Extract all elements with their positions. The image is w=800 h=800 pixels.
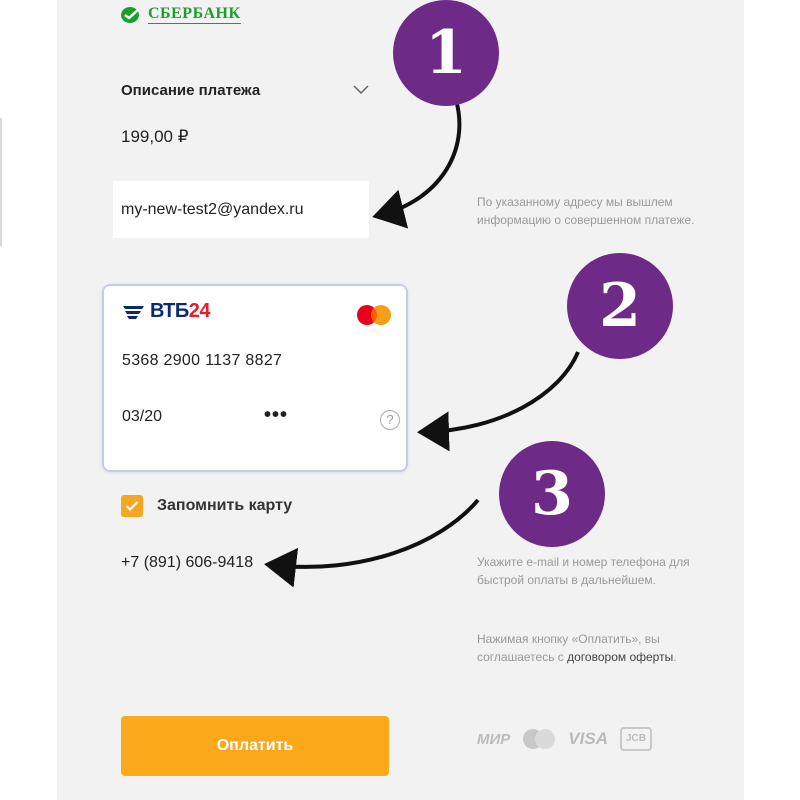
step-badge-2: 2 (567, 253, 673, 359)
email-field[interactable] (113, 181, 369, 238)
phone-field[interactable]: +7 (891) 606-9418 (121, 554, 253, 572)
card-cvc-field[interactable]: ••• (264, 404, 288, 427)
bank-name-number: 24 (188, 300, 211, 322)
checkbox-checked-icon[interactable] (121, 495, 143, 517)
sberbank-check-icon (121, 6, 140, 23)
mir-logo: МИР (477, 730, 511, 748)
sberbank-logo-text: СБЕРБАНК (148, 5, 241, 24)
payment-systems-logos: МИР VISA JCB (477, 727, 652, 751)
card-number-field[interactable]: 5368 2900 1137 8827 (122, 352, 282, 370)
payment-description-toggle[interactable]: Описание платежа (121, 78, 369, 102)
remember-card-label: Запомнить карту (157, 497, 293, 514)
visa-logo: VISA (568, 729, 608, 748)
phone-hint: Укажите e-mail и номер телефона для быст… (477, 555, 690, 587)
remember-card-checkbox[interactable]: Запомнить карту (121, 495, 292, 517)
pay-button[interactable]: Оплатить (121, 716, 389, 776)
sberbank-logo: СБЕРБАНК (120, 5, 241, 24)
email-hint: По указанному адресу мы вышлем информаци… (477, 195, 695, 227)
agreement-text: Нажимая кнопку «Оплатить», вы соглашаете… (477, 630, 707, 666)
chevron-down-icon[interactable] (353, 85, 369, 95)
step-badge-3: 3 (499, 441, 605, 547)
cvc-help-icon[interactable]: ? (380, 410, 400, 430)
mastercard-icon (357, 305, 391, 325)
payment-description-label: Описание платежа (121, 81, 261, 99)
vtb24-logo: ВТБ24 (122, 300, 211, 323)
payment-amount: 199,00 ₽ (121, 127, 189, 146)
vtb-wing-icon (123, 305, 144, 319)
offer-agreement-link[interactable]: договором оферты (567, 650, 673, 664)
bank-card: ВТБ24 5368 2900 1137 8827 03/20 ••• ? (102, 284, 408, 472)
jcb-logo: JCB (619, 727, 652, 751)
mastercard-grey-icon (523, 729, 556, 749)
agreement-suffix: . (673, 650, 677, 664)
bank-name-prefix: ВТБ (150, 300, 189, 322)
card-expiry-field[interactable]: 03/20 (122, 408, 162, 426)
left-edge-mark (0, 118, 2, 246)
step-badge-1: 1 (393, 0, 499, 106)
